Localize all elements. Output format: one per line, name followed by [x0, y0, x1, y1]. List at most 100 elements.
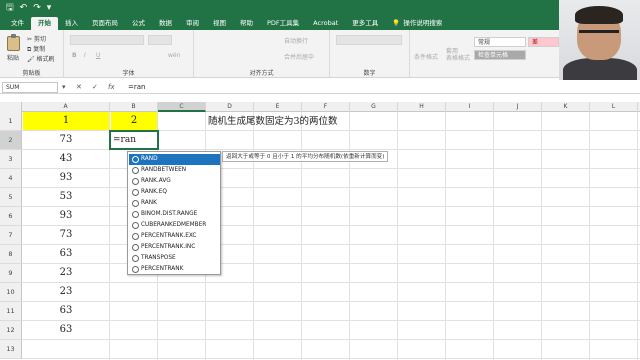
row-header-12[interactable]: 12 — [0, 321, 22, 340]
tab-file[interactable]: 文件 — [4, 17, 31, 30]
autocomplete-item-transpose[interactable]: TRANSPOSE — [129, 253, 220, 264]
row-header-6[interactable]: 6 — [0, 207, 22, 226]
row-header-10[interactable]: 10 — [0, 283, 22, 302]
column-header-f[interactable]: F — [302, 102, 350, 112]
row-header-3[interactable]: 3 — [0, 150, 22, 169]
column-header-a[interactable]: A — [22, 102, 110, 112]
copy-button[interactable]: ⧉ 复制 — [27, 44, 45, 54]
cell-a3[interactable]: 43 — [23, 150, 109, 168]
tab-view[interactable]: 视图 — [206, 17, 233, 30]
enter-formula-button[interactable]: ✓ — [92, 82, 98, 93]
font-size-select[interactable] — [148, 35, 172, 45]
autocomplete-item-randbetween[interactable]: RANDBETWEEN — [129, 165, 220, 176]
tab-home[interactable]: 开始 — [31, 17, 58, 30]
tab-review[interactable]: 审阅 — [179, 17, 206, 30]
tab-pdf-tools[interactable]: PDF工具集 — [260, 17, 306, 30]
cell-a1[interactable]: 1 — [23, 112, 109, 130]
tab-data[interactable]: 数据 — [152, 17, 179, 30]
autocomplete-item-percentrank[interactable]: PERCENTRANK — [129, 264, 220, 275]
italic-button[interactable]: I — [84, 52, 86, 59]
cell-a7[interactable]: 73 — [23, 226, 109, 244]
cancel-formula-button[interactable]: ✕ — [76, 82, 82, 93]
row-header-2[interactable]: 2 — [0, 131, 22, 150]
autocomplete-item-percentrank-exc[interactable]: PERCENTRANK.EXC — [129, 231, 220, 242]
autocomplete-item-binom-dist-range[interactable]: BINOM.DIST.RANGE — [129, 209, 220, 220]
autocomplete-item-rank[interactable]: RANK — [129, 198, 220, 209]
merge-center-button[interactable]: 合并后居中 — [284, 52, 314, 61]
row-header-1[interactable]: 1 — [0, 112, 22, 131]
redo-icon[interactable]: ↷ — [33, 0, 41, 16]
function-autocomplete-list: RAND RANDBETWEEN RANK.AVG RANK.EQ RANK BINOM.… — [127, 151, 221, 275]
autocomplete-item-rank-eq[interactable]: RANK.EQ — [129, 187, 220, 198]
cell-e1-title[interactable]: 随机生成尾数固定为3的两位数 — [208, 112, 338, 131]
autocomplete-item-rand[interactable]: RAND — [129, 154, 220, 165]
row-header-8[interactable]: 8 — [0, 245, 22, 264]
row-header-13[interactable]: 13 — [0, 340, 22, 359]
save-icon[interactable]: 🖫 — [6, 0, 14, 16]
name-box-dropdown-icon[interactable]: ▾ — [62, 82, 66, 93]
paste-button[interactable]: 粘贴 — [7, 53, 19, 62]
cell-a4[interactable]: 93 — [23, 169, 109, 187]
column-header-c[interactable]: C — [158, 102, 206, 112]
column-header-j[interactable]: J — [494, 102, 542, 112]
undo-icon[interactable]: ↶ — [20, 0, 28, 16]
font-name-select[interactable] — [70, 35, 144, 45]
autocomplete-item-cuberankedmember[interactable]: CUBERANKEDMEMBER — [129, 220, 220, 231]
phonetic-button[interactable]: wén — [168, 52, 180, 59]
format-painter-button[interactable]: 🖌 格式刷 — [27, 54, 55, 63]
conditional-format-button[interactable]: 条件格式 — [414, 52, 438, 61]
column-header-k[interactable]: K — [542, 102, 590, 112]
tab-insert[interactable]: 插入 — [58, 17, 85, 30]
row-header-11[interactable]: 11 — [0, 302, 22, 321]
cell-a11[interactable]: 63 — [23, 302, 109, 320]
tell-me-search[interactable]: 💡 操作说明搜索 — [385, 17, 449, 30]
underline-button[interactable]: U — [96, 52, 100, 59]
paste-icon[interactable] — [7, 34, 20, 51]
bold-button[interactable]: B — [72, 52, 77, 59]
style-check-cell[interactable]: 检查单元格 — [474, 50, 526, 60]
autocomplete-item-label: TRANSPOSE — [141, 255, 176, 261]
column-header-h[interactable]: H — [398, 102, 446, 112]
clipboard-group: 粘贴 ✂ 剪切 ⧉ 复制 🖌 格式刷 剪贴板 — [0, 30, 64, 78]
column-header-l[interactable]: L — [590, 102, 638, 112]
style-bad[interactable]: 差 — [528, 37, 559, 47]
wrap-text-button[interactable]: 自动换行 — [284, 36, 308, 45]
cell-a2[interactable]: 73 — [23, 131, 109, 149]
name-box[interactable]: SUM — [2, 82, 58, 93]
select-all-corner[interactable] — [0, 102, 22, 112]
insert-function-button[interactable]: fx — [108, 82, 115, 93]
tab-formulas[interactable]: 公式 — [125, 17, 152, 30]
row-header-9[interactable]: 9 — [0, 264, 22, 283]
tab-acrobat[interactable]: Acrobat — [306, 17, 345, 30]
formula-input[interactable]: =ran — [128, 82, 145, 93]
row-header-4[interactable]: 4 — [0, 169, 22, 188]
number-format-select[interactable] — [336, 35, 402, 45]
column-header-b[interactable]: B — [110, 102, 158, 112]
cut-button[interactable]: ✂ 剪切 — [27, 34, 46, 43]
column-header-e[interactable]: E — [254, 102, 302, 112]
row-header-5[interactable]: 5 — [0, 188, 22, 207]
cell-c2-editing[interactable]: =ran — [109, 130, 159, 150]
cell-a12[interactable]: 63 — [23, 321, 109, 339]
formula-bar: SUM ▾ ✕ ✓ fx =ran — [0, 80, 640, 94]
cell-a8[interactable]: 63 — [23, 245, 109, 263]
row-gridline — [22, 244, 640, 245]
style-normal[interactable]: 常规 — [474, 37, 526, 47]
column-header-g[interactable]: G — [350, 102, 398, 112]
tab-page-layout[interactable]: 页面布局 — [85, 17, 125, 30]
cell-a5[interactable]: 53 — [23, 188, 109, 206]
tab-help[interactable]: 帮助 — [233, 17, 260, 30]
column-header-i[interactable]: I — [446, 102, 494, 112]
cell-c1[interactable]: 2 — [111, 112, 157, 130]
quick-access-more-icon[interactable]: ▾ — [47, 0, 52, 16]
row-header-7[interactable]: 7 — [0, 226, 22, 245]
autocomplete-item-rank-avg[interactable]: RANK.AVG — [129, 176, 220, 187]
cell-a10[interactable]: 23 — [23, 283, 109, 301]
autocomplete-item-percentrank-inc[interactable]: PERCENTRANK.INC — [129, 242, 220, 253]
column-gridline — [637, 112, 638, 360]
column-header-d[interactable]: D — [206, 102, 254, 112]
cell-a9[interactable]: 23 — [23, 264, 109, 282]
tab-more-tools[interactable]: 更多工具 — [345, 17, 385, 30]
format-as-table-button[interactable]: 套用 表格格式 — [446, 48, 470, 62]
cell-a6[interactable]: 93 — [23, 207, 109, 225]
